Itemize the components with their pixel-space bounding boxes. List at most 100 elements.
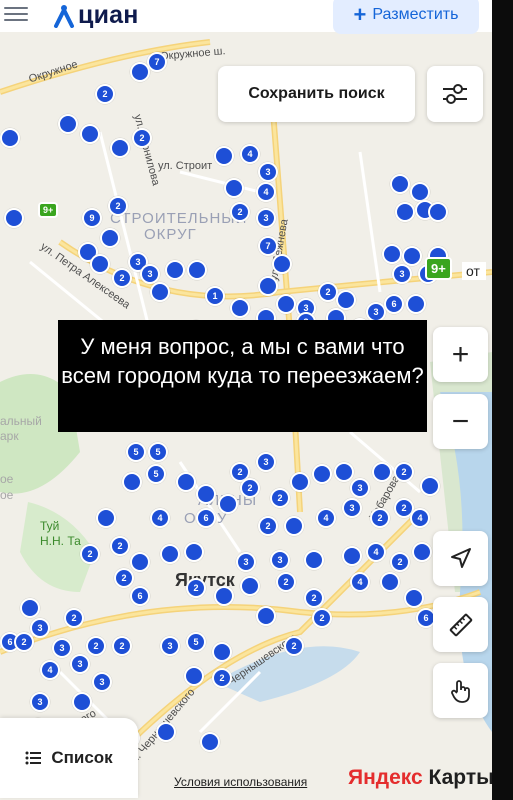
listing-cluster-marker[interactable] bbox=[406, 294, 426, 314]
listing-cluster-marker[interactable]: 2 bbox=[86, 636, 106, 656]
listing-cluster-marker[interactable]: 3 bbox=[160, 636, 180, 656]
listing-cluster-marker[interactable] bbox=[130, 552, 150, 572]
brand-logo[interactable]: циан bbox=[52, 1, 139, 30]
listing-cluster-marker[interactable]: 2 bbox=[284, 636, 304, 656]
listing-cluster-marker[interactable]: 4 bbox=[240, 144, 260, 164]
listing-cluster-marker[interactable] bbox=[404, 588, 424, 608]
listing-cluster-marker[interactable] bbox=[20, 598, 40, 618]
zoom-in-button[interactable]: + bbox=[433, 327, 488, 382]
listing-cluster-marker[interactable] bbox=[272, 254, 292, 274]
listing-cluster-marker[interactable]: 2 bbox=[370, 508, 390, 528]
listing-cluster-marker[interactable]: 3 bbox=[258, 162, 278, 182]
listing-cluster-marker[interactable]: 2 bbox=[240, 478, 260, 498]
listing-cluster-marker[interactable]: 4 bbox=[256, 182, 276, 202]
listing-cluster-marker[interactable]: 3 bbox=[70, 654, 90, 674]
listing-cluster-marker[interactable]: 2 bbox=[108, 196, 128, 216]
listing-cluster-marker[interactable] bbox=[165, 260, 185, 280]
listing-cluster-marker[interactable] bbox=[276, 294, 296, 314]
listing-cluster-marker[interactable]: 5 bbox=[146, 464, 166, 484]
listing-cluster-marker[interactable]: 3 bbox=[140, 264, 160, 284]
menu-icon[interactable] bbox=[4, 4, 28, 22]
save-search-button[interactable]: Сохранить поиск bbox=[218, 66, 415, 122]
listing-cluster-marker[interactable]: 2 bbox=[304, 588, 324, 608]
listing-cluster-marker[interactable] bbox=[390, 174, 410, 194]
listing-cluster-marker[interactable] bbox=[110, 138, 130, 158]
ruler-button[interactable] bbox=[433, 597, 488, 652]
post-listing-button[interactable]: + Разместить bbox=[333, 0, 479, 34]
listing-cluster-marker[interactable]: 3 bbox=[92, 672, 112, 692]
listing-cluster-marker[interactable]: 2 bbox=[186, 578, 206, 598]
listing-cluster-marker[interactable]: 2 bbox=[112, 636, 132, 656]
cluster-badge-9plus-small[interactable]: 9+ bbox=[38, 202, 59, 218]
listing-cluster-marker[interactable]: 5 bbox=[148, 442, 168, 462]
listing-cluster-marker[interactable] bbox=[176, 472, 196, 492]
listing-cluster-marker[interactable] bbox=[212, 642, 232, 662]
listing-cluster-marker[interactable]: 2 bbox=[230, 202, 250, 222]
listing-cluster-marker[interactable] bbox=[382, 244, 402, 264]
listing-cluster-marker[interactable]: 2 bbox=[80, 544, 100, 564]
listing-cluster-marker[interactable]: 1 bbox=[205, 286, 225, 306]
listing-cluster-marker[interactable] bbox=[184, 666, 204, 686]
listing-cluster-marker[interactable]: 4 bbox=[410, 508, 430, 528]
listing-cluster-marker[interactable] bbox=[312, 464, 332, 484]
listing-cluster-marker[interactable]: 4 bbox=[366, 542, 386, 562]
listing-cluster-marker[interactable] bbox=[240, 576, 260, 596]
listing-cluster-marker[interactable] bbox=[58, 114, 78, 134]
listing-cluster-marker[interactable]: 2 bbox=[212, 668, 232, 688]
listing-cluster-marker[interactable] bbox=[96, 508, 116, 528]
listing-cluster-marker[interactable] bbox=[90, 254, 110, 274]
listing-cluster-marker[interactable]: 4 bbox=[350, 572, 370, 592]
listing-cluster-marker[interactable] bbox=[0, 128, 20, 148]
listing-cluster-marker[interactable]: 5 bbox=[186, 632, 206, 652]
listing-cluster-marker[interactable]: 3 bbox=[236, 552, 256, 572]
listing-cluster-marker[interactable]: 3 bbox=[30, 618, 50, 638]
listing-cluster-marker[interactable] bbox=[402, 246, 422, 266]
listing-cluster-marker[interactable]: 2 bbox=[132, 128, 152, 148]
listing-cluster-marker[interactable]: 2 bbox=[276, 572, 296, 592]
listing-cluster-marker[interactable] bbox=[428, 202, 448, 222]
listing-cluster-marker[interactable] bbox=[334, 462, 354, 482]
listing-cluster-marker[interactable]: 2 bbox=[64, 608, 84, 628]
listing-cluster-marker[interactable]: 2 bbox=[14, 632, 34, 652]
listing-cluster-marker[interactable]: 3 bbox=[30, 692, 50, 712]
listing-cluster-marker[interactable] bbox=[214, 146, 234, 166]
listing-cluster-marker[interactable] bbox=[4, 208, 24, 228]
listing-cluster-marker[interactable] bbox=[218, 494, 238, 514]
listing-cluster-marker[interactable]: 2 bbox=[110, 536, 130, 556]
listing-cluster-marker[interactable] bbox=[230, 298, 250, 318]
listing-cluster-marker[interactable]: 7 bbox=[258, 236, 278, 256]
listing-cluster-marker[interactable] bbox=[130, 62, 150, 82]
listing-cluster-marker[interactable]: 7 bbox=[147, 52, 167, 72]
listing-cluster-marker[interactable] bbox=[160, 544, 180, 564]
listing-cluster-marker[interactable]: 2 bbox=[112, 268, 132, 288]
listing-cluster-marker[interactable]: 3 bbox=[270, 550, 290, 570]
listing-cluster-marker[interactable] bbox=[284, 516, 304, 536]
listing-cluster-marker[interactable]: 4 bbox=[150, 508, 170, 528]
listing-cluster-marker[interactable] bbox=[72, 692, 92, 712]
listing-cluster-marker[interactable]: 3 bbox=[366, 302, 386, 322]
listing-cluster-marker[interactable]: 5 bbox=[126, 442, 146, 462]
listing-cluster-marker[interactable]: 2 bbox=[318, 282, 338, 302]
listing-cluster-marker[interactable]: 3 bbox=[342, 498, 362, 518]
listing-cluster-marker[interactable]: 2 bbox=[114, 568, 134, 588]
listing-cluster-marker[interactable] bbox=[184, 542, 204, 562]
list-view-button[interactable]: Список bbox=[0, 718, 138, 798]
listing-cluster-marker[interactable] bbox=[395, 202, 415, 222]
listing-cluster-marker[interactable] bbox=[380, 572, 400, 592]
listing-cluster-marker[interactable] bbox=[196, 484, 216, 504]
listing-cluster-marker[interactable] bbox=[200, 732, 220, 752]
listing-cluster-marker[interactable]: 3 bbox=[350, 478, 370, 498]
my-location-button[interactable] bbox=[433, 531, 488, 586]
listing-cluster-marker[interactable]: 3 bbox=[392, 264, 412, 284]
listing-cluster-marker[interactable]: 3 bbox=[256, 452, 276, 472]
listing-cluster-marker[interactable]: 2 bbox=[394, 462, 414, 482]
listing-cluster-marker[interactable] bbox=[290, 472, 310, 492]
listing-cluster-marker[interactable]: 6 bbox=[196, 508, 216, 528]
listing-cluster-marker[interactable] bbox=[122, 472, 142, 492]
yandex-maps-logo[interactable]: Яндекс Карты bbox=[348, 766, 492, 790]
zoom-out-button[interactable]: − bbox=[433, 394, 488, 449]
listing-cluster-marker[interactable]: 3 bbox=[256, 208, 276, 228]
listing-cluster-marker[interactable] bbox=[372, 462, 392, 482]
listing-cluster-marker[interactable] bbox=[187, 260, 207, 280]
listing-cluster-marker[interactable]: 4 bbox=[316, 508, 336, 528]
